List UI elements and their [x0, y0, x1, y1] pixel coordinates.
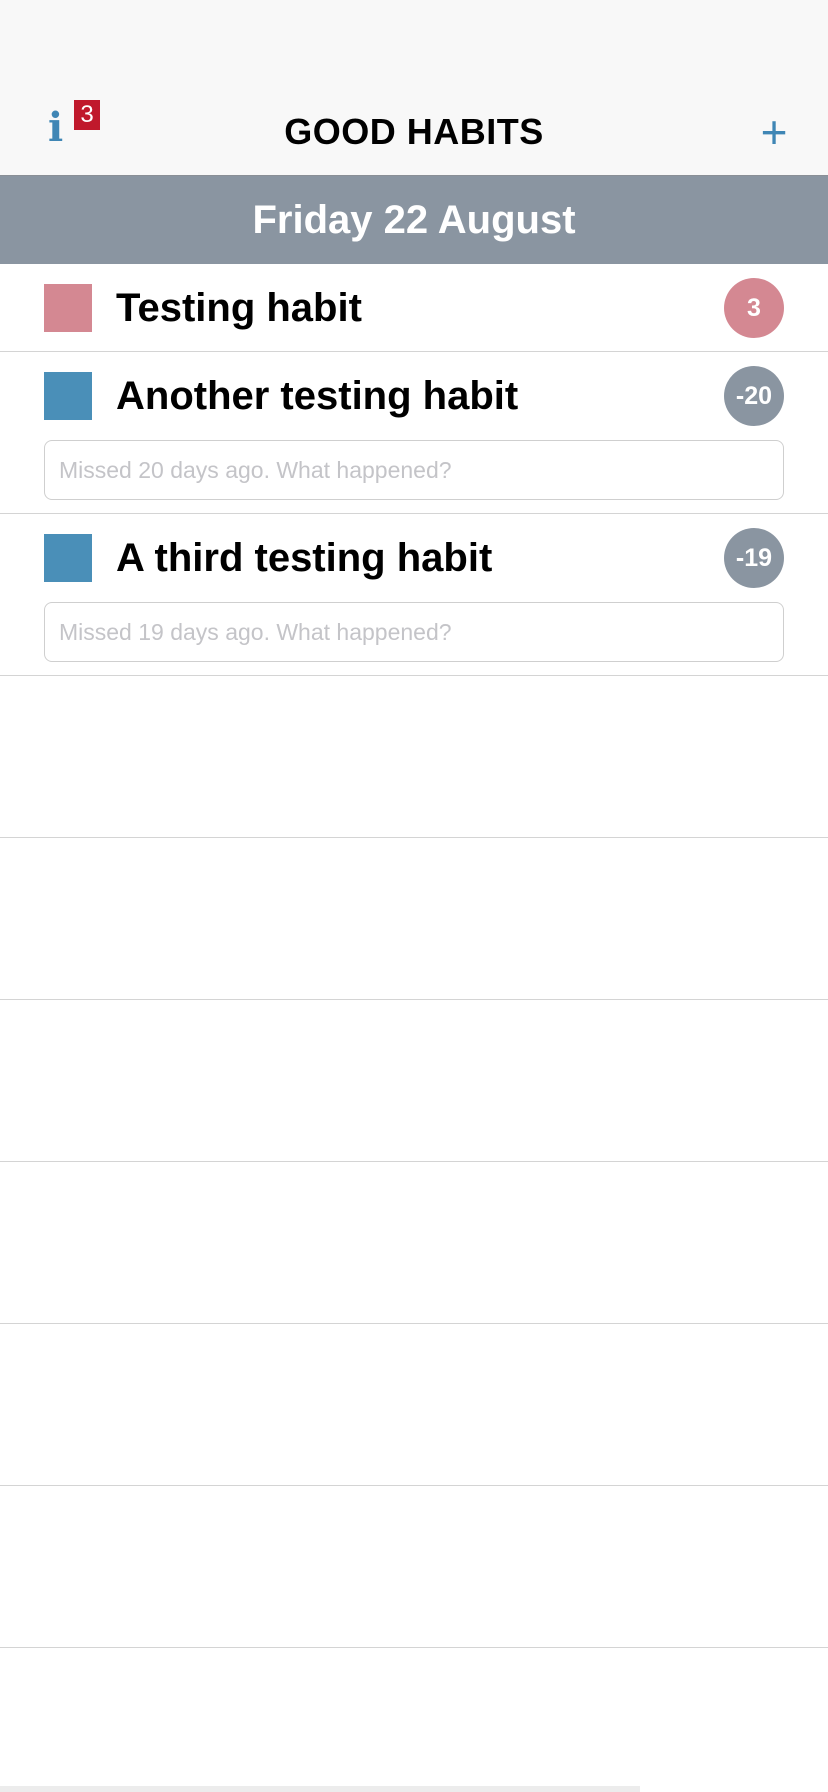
habit-streak-count[interactable]: -19 — [724, 528, 784, 588]
habit-row[interactable]: Testing habit 3 — [0, 264, 828, 352]
habit-streak-count[interactable]: -20 — [724, 366, 784, 426]
page-title: GOOD HABITS — [284, 111, 544, 152]
plus-icon: + — [760, 106, 788, 158]
habit-color-swatch — [44, 534, 92, 582]
habit-row[interactable]: Another testing habit -20 — [0, 352, 828, 514]
habit-row[interactable]: A third testing habit -19 — [0, 514, 828, 676]
date-header: Friday 22 August — [0, 176, 828, 264]
home-indicator — [0, 1786, 640, 1792]
missed-note-input[interactable] — [44, 602, 784, 662]
habit-name: A third testing habit — [116, 536, 493, 580]
empty-row — [0, 838, 828, 1000]
habit-name: Another testing habit — [116, 374, 519, 418]
empty-row — [0, 1486, 828, 1648]
empty-row — [0, 676, 828, 838]
add-habit-button[interactable]: + — [754, 109, 794, 155]
empty-row — [0, 1162, 828, 1324]
empty-row — [0, 1000, 828, 1162]
habit-streak-count[interactable]: 3 — [724, 278, 784, 338]
empty-row — [0, 1324, 828, 1486]
habit-name: Testing habit — [116, 286, 362, 330]
habit-color-swatch — [44, 284, 92, 332]
habit-color-swatch — [44, 372, 92, 420]
habits-screen: i 3 GOOD HABITS + Friday 22 August Testi… — [0, 0, 828, 1792]
missed-note-input[interactable] — [44, 440, 784, 500]
navigation-bar: i 3 GOOD HABITS + — [0, 0, 828, 176]
